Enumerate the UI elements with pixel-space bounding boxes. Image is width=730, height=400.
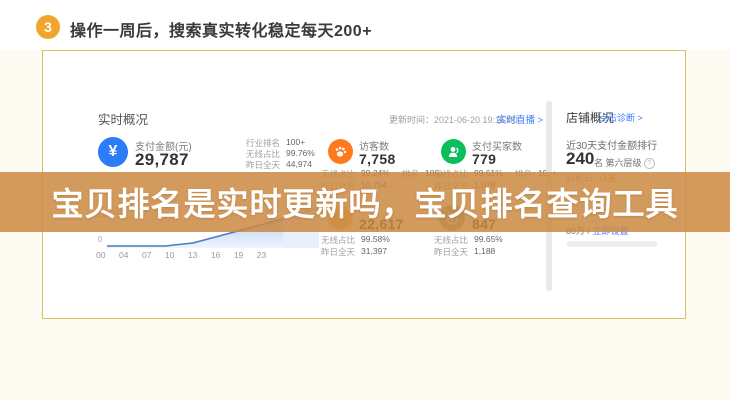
stat-label: 昨日全天	[434, 246, 468, 258]
stat-label: 昨日全天	[321, 246, 355, 258]
stat-value: 99.58%	[361, 234, 390, 246]
target-progress-bar	[567, 241, 657, 247]
yuan-glyph: ¥	[109, 143, 118, 161]
stat-value: 31,397	[361, 246, 387, 258]
stat-value: 44,974	[286, 159, 312, 171]
x-tick: 07	[142, 250, 151, 260]
stat-row: 昨日全天 31,397	[321, 246, 387, 258]
metric-value-buyers: 779	[472, 151, 496, 167]
x-tick: 23	[257, 250, 266, 260]
banner-headline: 操作一周后，搜索真实转化稳定每天200+	[70, 17, 372, 41]
x-tick: 00	[96, 250, 105, 260]
top-banner: 3 操作一周后，搜索真实转化稳定每天200+	[0, 0, 730, 50]
stat-label: 无线占比	[321, 234, 355, 246]
stat-row: 无线占比 99.58%	[321, 234, 390, 246]
stat-yesterday: 昨日全天 44,974	[246, 159, 312, 171]
stat-row: 昨日全天 1,188	[434, 246, 495, 258]
x-tick: 10	[165, 250, 174, 260]
diagnose-link[interactable]: 点击诊断 >	[599, 111, 643, 124]
metric-value-payment: 29,787	[135, 150, 189, 170]
headline-overlay: 宝贝排名是实时更新吗，宝贝排名查询工具	[0, 172, 730, 232]
stat-value: 99.65%	[474, 234, 503, 246]
help-icon[interactable]: ?	[644, 158, 655, 169]
realtime-overview-title: 实时概况	[98, 109, 148, 128]
metric-value-visitors: 7,758	[359, 151, 396, 167]
rank-unit-text: 名 第六层级	[594, 158, 642, 168]
yuan-icon: ¥	[98, 137, 128, 167]
rank-value: 240	[566, 149, 594, 169]
chart-x-axis: 00 04 07 10 13 16 19 23	[96, 250, 266, 260]
footprint-icon	[328, 139, 353, 164]
x-tick: 13	[188, 250, 197, 260]
rank-unit: 名 第六层级?	[594, 156, 655, 169]
stat-label: 昨日全天	[246, 159, 280, 171]
overlay-title: 宝贝排名是实时更新吗，宝贝排名查询工具	[51, 179, 678, 225]
stat-value: 1,188	[474, 246, 495, 258]
x-tick: 16	[211, 250, 220, 260]
step-number-badge: 3	[36, 15, 60, 39]
realtime-live-link[interactable]: 实时直播 >	[497, 112, 543, 126]
chart-ymin-label: 0	[98, 235, 102, 244]
x-tick: 04	[119, 250, 128, 260]
buyer-icon	[441, 139, 466, 164]
x-tick: 19	[234, 250, 243, 260]
stat-label: 无线占比	[434, 234, 468, 246]
stat-row: 无线占比 99.65%	[434, 234, 503, 246]
